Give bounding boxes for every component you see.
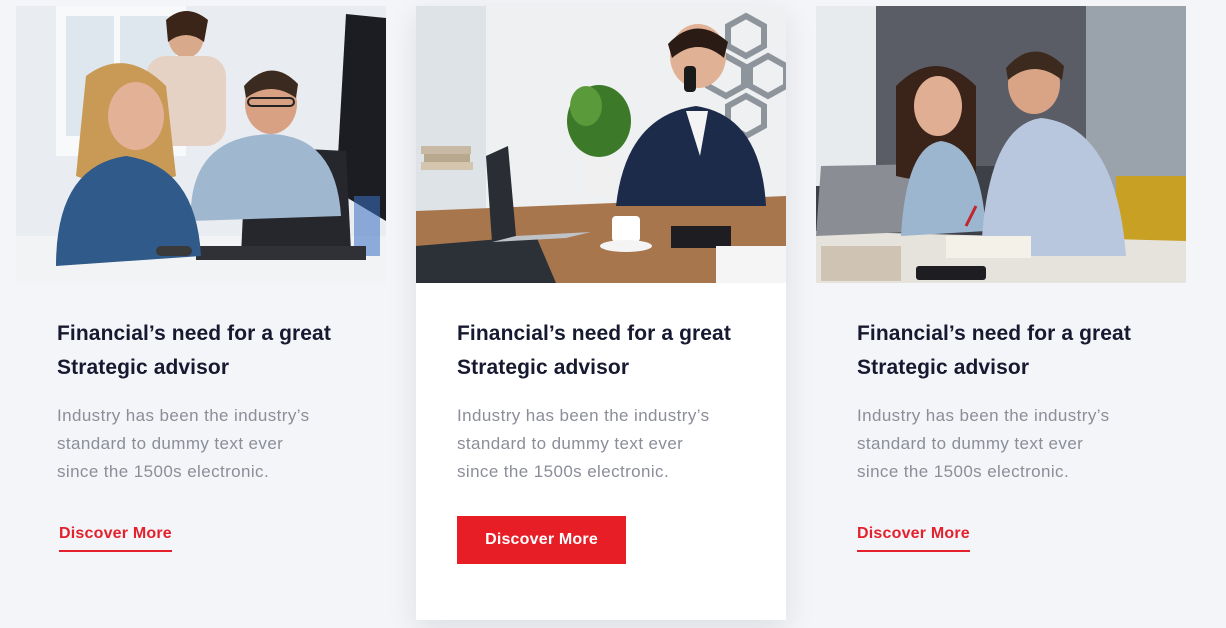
discover-more-link[interactable]: Discover More (857, 524, 970, 552)
card-description-line: Industry has been the industry’s (57, 406, 310, 425)
discover-more-button[interactable]: Discover More (457, 516, 626, 564)
card-image (16, 6, 386, 283)
card-description-line: standard to dummy text ever (457, 434, 684, 453)
card-description-line: Industry has been the industry’s (457, 406, 710, 425)
card-title: Financial’s need for a great Strategic a… (457, 317, 745, 385)
card-title-line: Strategic advisor (457, 356, 630, 379)
service-card-highlighted: Financial’s need for a great Strategic a… (416, 6, 786, 620)
card-title-line: Financial’s need for a great (457, 322, 731, 345)
card-description-line: standard to dummy text ever (57, 434, 284, 453)
card-description-line: since the 1500s electronic. (457, 462, 670, 481)
discover-more-link[interactable]: Discover More (59, 524, 172, 552)
card-description: Industry has been the industry’s standar… (57, 402, 347, 486)
card-description: Industry has been the industry’s standar… (857, 402, 1147, 486)
card-description: Industry has been the industry’s standar… (457, 402, 747, 486)
card-description-line: standard to dummy text ever (857, 434, 1084, 453)
card-description-line: Industry has been the industry’s (857, 406, 1110, 425)
colleagues-photo-icon (816, 6, 1186, 283)
office-team-photo-icon (16, 6, 386, 283)
service-card: Financial’s need for a great Strategic a… (16, 6, 386, 572)
service-cards-grid: Financial’s need for a great Strategic a… (0, 0, 1226, 628)
card-image (816, 6, 1186, 283)
card-description-line: since the 1500s electronic. (857, 462, 1070, 481)
card-title: Financial’s need for a great Strategic a… (857, 317, 1145, 385)
card-title-line: Financial’s need for a great (857, 322, 1131, 345)
card-description-line: since the 1500s electronic. (57, 462, 270, 481)
card-image (416, 6, 786, 283)
businessman-photo-icon (416, 6, 786, 283)
card-title-line: Strategic advisor (57, 356, 230, 379)
card-title-line: Financial’s need for a great (57, 322, 331, 345)
card-title: Financial’s need for a great Strategic a… (57, 317, 345, 385)
service-card: Financial’s need for a great Strategic a… (816, 6, 1186, 572)
card-title-line: Strategic advisor (857, 356, 1030, 379)
